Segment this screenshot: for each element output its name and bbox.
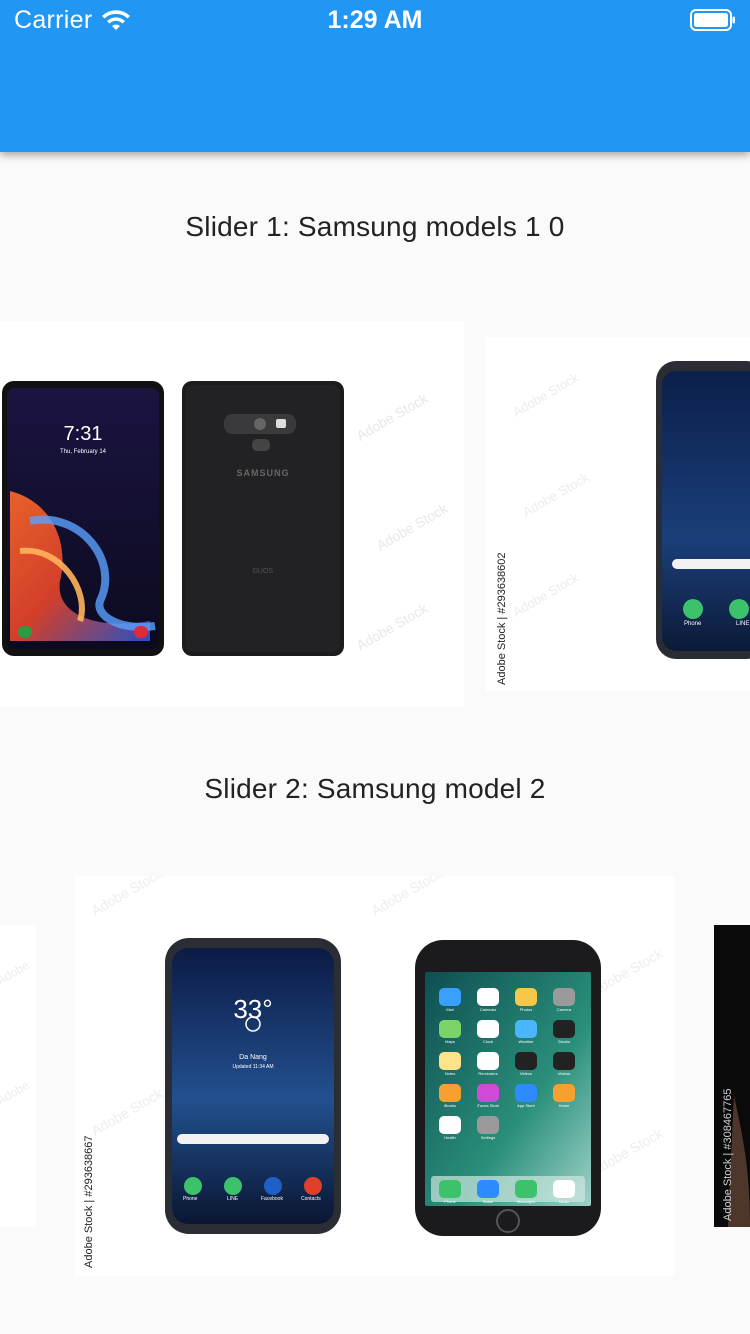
iphone-app-notes: Notes <box>444 1071 456 1076</box>
iphone-app-home: Home <box>558 1103 570 1108</box>
svg-text:Adobe Stock: Adobe Stock <box>510 370 582 420</box>
s8-dock-phone-2: Phone <box>183 1196 198 1202</box>
app-screen: Carrier 1:29 AM Slider 1: Samsung models… <box>0 0 750 1334</box>
s8-weather-temp: 33° <box>233 994 273 1024</box>
iphone-app-reminders: Reminders <box>478 1071 498 1076</box>
iphone-app-calendar: Calendar <box>479 1007 497 1012</box>
iphone-app-settings: Settings <box>480 1135 496 1140</box>
note9-back-duos: DUOS <box>252 568 274 575</box>
note9-back-brand: SAMSUNG <box>236 468 290 478</box>
s8-dock-phone: Phone <box>684 621 702 627</box>
s8-weather-updated: Updated 11:34 AM <box>232 1064 274 1070</box>
iphone-dock-music: Music <box>558 1199 570 1204</box>
slider-2-slide-left-partial[interactable]: Adobe Adobe <box>0 925 36 1227</box>
iphone-app-weather: Weather <box>518 1039 534 1044</box>
svg-text:Adobe Stock: Adobe Stock <box>354 390 432 444</box>
iphone-dock-safari: Safari <box>482 1199 494 1204</box>
iphone-dock-phone: Phone <box>444 1199 456 1204</box>
svg-text:Adobe Stock: Adobe Stock <box>89 1085 167 1139</box>
app-bar: Carrier 1:29 AM <box>0 0 750 152</box>
iphone-app-maps: Maps <box>445 1039 455 1044</box>
s8-iphone-watermark: Adobe Stock | #293638667 <box>83 1135 95 1268</box>
svg-text:Adobe Stock: Adobe Stock <box>354 600 432 654</box>
s8-dock-facebook: Facebook <box>261 1196 283 1202</box>
svg-text:Adobe Stock: Adobe Stock <box>520 470 592 520</box>
iphone-app-stocks: Stocks <box>557 1039 570 1044</box>
slider-1-slide-s8[interactable]: Adobe Stock Adobe Stock Adobe Stock Adob… <box>486 337 750 691</box>
slider-2-title: Slider 2: Samsung model 2 <box>204 773 546 804</box>
iphone-app-appstore: App Store <box>517 1103 535 1108</box>
svg-text:Adobe Stock: Adobe Stock <box>89 876 167 919</box>
iphone-app-camera: Camera <box>556 1007 572 1012</box>
battery-icon <box>690 9 736 36</box>
slide-image-left-partial: Adobe Adobe <box>0 958 32 1108</box>
svg-text:Adobe: Adobe <box>0 958 32 988</box>
iphone-app-clock: Clock <box>482 1039 493 1044</box>
s8-dock-line-2: LINE <box>227 1196 239 1202</box>
s8-watermark: Adobe Stock | #293638602 <box>496 552 508 685</box>
svg-text:Adobe Stock: Adobe Stock <box>369 876 447 919</box>
status-time: 1:29 AM <box>327 6 423 34</box>
iphone-app-photos: Photos <box>519 1007 533 1012</box>
dark-slide-watermark: Adobe Stock | #308467765 <box>722 1088 734 1221</box>
slider-1-slide-note9[interactable]: Adobe Stock Adobe Stock Adobe Stock 7:31… <box>0 321 464 707</box>
svg-text:Adobe Stock: Adobe Stock <box>374 500 452 554</box>
iphone-app-mail: Mail <box>446 1007 454 1012</box>
s8-dock-line: LINE <box>736 621 750 627</box>
iphone-dock-messages: Messages <box>516 1199 536 1204</box>
iphone-app-ibooks: iBooks <box>443 1103 456 1108</box>
note9-lock-time: 7:31 <box>63 423 103 445</box>
slide-image-s8: Adobe Stock Adobe Stock Adobe Stock <box>510 361 750 659</box>
iphone-app-health: Health <box>444 1135 456 1140</box>
slider-2-slide-s8-iphone[interactable]: Adobe Stock Adobe Stock Adobe Stock Adob… <box>75 876 675 1276</box>
svg-text:Adobe: Adobe <box>0 1078 32 1108</box>
note9-lock-date: Thu, February 14 <box>59 449 107 455</box>
s8-weather-city: Da Nang <box>239 1054 267 1061</box>
iphone-app-videos-2: Videos <box>557 1071 571 1076</box>
iphone-app-itunes: iTunes Store <box>476 1103 500 1108</box>
iphone-app-videos-1: Videos <box>519 1071 533 1076</box>
slide-image-note9: Adobe Stock Adobe Stock Adobe Stock <box>2 381 452 656</box>
s8-dock-contacts: Contacts <box>301 1196 321 1202</box>
slider-1-title: Slider 1: Samsung models 1 0 <box>185 211 565 242</box>
svg-text:Adobe Stock: Adobe Stock <box>510 570 582 620</box>
slide-image-s8-iphone: Adobe Stock Adobe Stock Adobe Stock Adob… <box>89 876 666 1236</box>
slider-2-slide-right-partial[interactable]: Adobe Stock | #308467765 <box>714 925 750 1227</box>
